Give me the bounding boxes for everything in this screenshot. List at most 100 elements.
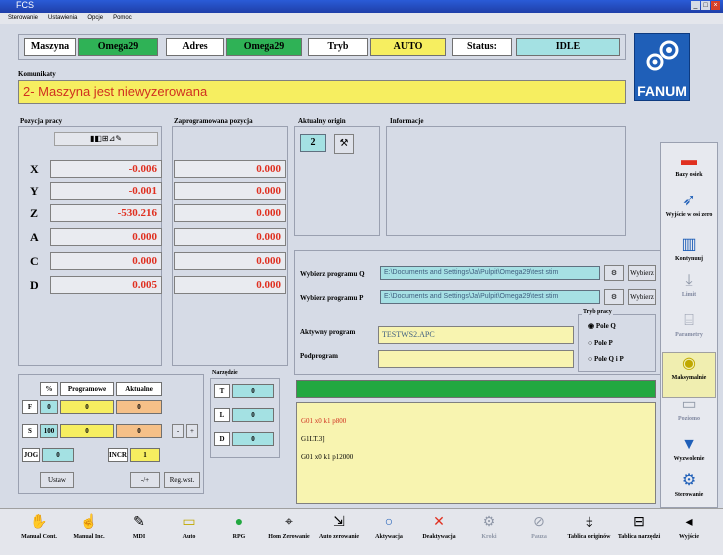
- menu-item[interactable]: Pomoc: [113, 13, 132, 24]
- program-q-browse-button[interactable]: Wybierz: [628, 265, 656, 281]
- toolbar-auto[interactable]: ▭ Auto: [164, 512, 214, 554]
- radio-pole-p-label: Pole P: [593, 339, 613, 347]
- radio-pole-qp[interactable]: ○ Pole Q i P: [588, 355, 624, 363]
- arrow-down-icon: ⤓: [685, 272, 693, 289]
- program-q-path[interactable]: E:\Documents and Settings\Ja\Pulpit\Omeg…: [380, 266, 600, 280]
- plus-minus-button[interactable]: -/+: [130, 472, 160, 488]
- menu-item[interactable]: Opcje: [87, 13, 103, 24]
- origin-settings-button[interactable]: ⚒: [334, 134, 354, 154]
- mdi-icon: ✎: [133, 515, 145, 530]
- work-field-label: Tryb pracy: [582, 309, 613, 315]
- axes-icon: ▬: [681, 152, 697, 169]
- radio-pole-p[interactable]: ○ Pole P: [588, 339, 613, 347]
- side-button-label: Wyzwolenie: [673, 456, 705, 462]
- mode-value: AUTO: [370, 38, 446, 56]
- machine-value: Omega29: [78, 38, 158, 56]
- axis-x-value: -0.006: [50, 160, 162, 178]
- maximize-button[interactable]: □: [701, 1, 710, 10]
- toolbar-manual-cont[interactable]: ✋ Manual Cont.: [14, 512, 64, 554]
- side-button-label: Poziomo: [678, 416, 700, 422]
- radio-unselected-icon: ○: [588, 339, 593, 347]
- exit-icon: ◂: [685, 515, 693, 530]
- close-button[interactable]: ×: [711, 1, 720, 10]
- toolbar-home[interactable]: ⌖ Hom Zerowanie: [264, 512, 314, 554]
- toolbar-rpg[interactable]: ● RPG: [214, 512, 264, 554]
- program-p-path[interactable]: E:\Documents and Settings\Ja\Pulpit\Omeg…: [380, 290, 600, 304]
- program-p-settings-button[interactable]: ⚙: [604, 289, 624, 305]
- machine-label: Maszyna: [24, 38, 76, 56]
- toolbar-pause[interactable]: ⊘ Pauza: [514, 512, 564, 554]
- toolbar-exit[interactable]: ◂ Wyjście: [664, 512, 714, 554]
- programmed-d-value: 0.000: [174, 276, 286, 294]
- message-box: 2- Maszyna jest niewyzerowana: [18, 80, 626, 104]
- side-button-label: Bazy osiek: [675, 172, 703, 178]
- jog-label: JOG: [22, 448, 40, 462]
- side-button-zero[interactable]: ➶ Wyjście w osi zero: [662, 190, 716, 236]
- toolbar-label: MDI: [132, 534, 146, 540]
- override-f-act: 0: [116, 400, 162, 414]
- jog-value[interactable]: 0: [42, 448, 74, 462]
- increase-button[interactable]: +: [186, 424, 198, 438]
- tool-l-key: L: [214, 408, 230, 422]
- incr-label: INCR: [108, 448, 128, 462]
- override-col-pct: %: [40, 382, 58, 396]
- menu-bar: Sterowanie Ustawienia Opcje Pomoc: [0, 13, 723, 24]
- side-button-label: Limit: [681, 292, 697, 298]
- ruler-icon[interactable]: ▮◧⊞⊿✎: [90, 134, 122, 143]
- toolbar-steps[interactable]: ⚙ Kroki: [464, 512, 514, 554]
- toolbar-origin-table[interactable]: ⤈ Tablica originów: [564, 512, 614, 554]
- info-panel: [386, 126, 626, 236]
- toolbar-label: Hom Zerowanie: [268, 534, 310, 540]
- toolbar-activate[interactable]: ○ Aktywacja: [364, 512, 414, 554]
- toolbar-auto-zero[interactable]: ⇲ Auto zerowanie: [314, 512, 364, 554]
- minimize-button[interactable]: _: [691, 1, 700, 10]
- active-program-label: Aktywny program: [300, 328, 356, 336]
- origin-table-icon: ⤈: [585, 515, 593, 530]
- tool-l-value[interactable]: 0: [232, 408, 274, 422]
- toolbar-label: Wyjście: [678, 534, 700, 540]
- address-label: Adres: [166, 38, 224, 56]
- side-button-params[interactable]: ⌸ Parametry: [662, 310, 716, 356]
- override-f-pct[interactable]: 0: [40, 400, 58, 414]
- override-col-act: Aktualne: [116, 382, 162, 396]
- subprogram-value: [378, 350, 574, 368]
- side-button-label: Sterowanie: [674, 492, 704, 498]
- radio-pole-q[interactable]: ◉ Pole Q: [588, 322, 616, 330]
- activate-icon: ○: [384, 515, 394, 530]
- chart-icon: ▥: [681, 236, 697, 253]
- set-button[interactable]: Ustaw: [40, 472, 74, 488]
- auto-icon: ▭: [182, 515, 196, 530]
- auto-zero-icon: ⇲: [333, 515, 345, 530]
- work-position-label: Pozycja pracy: [20, 117, 63, 125]
- override-s-key: S: [22, 424, 38, 438]
- override-s-prog: 0: [60, 424, 114, 438]
- toolbar-mdi[interactable]: ✎ MDI: [114, 512, 164, 554]
- tools-label: Narzędzie: [212, 370, 238, 376]
- axis-a-value: 0.000: [50, 228, 162, 246]
- axis-d-label: D: [30, 278, 39, 292]
- tool-t-value[interactable]: 0: [232, 384, 274, 398]
- decrease-button[interactable]: -: [172, 424, 184, 438]
- toolbar-manual-inc[interactable]: ☝ Manual Inc.: [64, 512, 114, 554]
- toolbar-label: Manual Cont.: [21, 534, 57, 540]
- code-line: G01 x0 k1 p800: [301, 417, 347, 425]
- axis-a-label: A: [30, 230, 39, 244]
- tool-d-value[interactable]: 0: [232, 432, 274, 446]
- override-f-key: F: [22, 400, 38, 414]
- incr-value[interactable]: 1: [130, 448, 160, 462]
- menu-item[interactable]: Ustawienia: [48, 13, 77, 24]
- toolbar-deactivate[interactable]: ✕ Deaktywacja: [414, 512, 464, 554]
- hand-step-icon: ☝: [80, 515, 98, 530]
- reset-button[interactable]: Reg.wst.: [164, 472, 200, 488]
- radio-selected-icon: ◉: [588, 322, 595, 330]
- pause-icon: ⊘: [533, 515, 545, 530]
- override-f-prog: 0: [60, 400, 114, 414]
- program-q-settings-button[interactable]: ⚙: [604, 265, 624, 281]
- status-value: IDLE: [516, 38, 620, 56]
- override-s-pct[interactable]: 100: [40, 424, 58, 438]
- toolbar-label: Kroki: [481, 534, 497, 540]
- toolbar-tool-table[interactable]: ⊟ Tablica narzędzi: [614, 512, 664, 554]
- menu-item[interactable]: Sterowanie: [8, 13, 38, 24]
- side-button-maximize[interactable]: ◉ Maksymalnie: [662, 352, 716, 398]
- program-p-browse-button[interactable]: Wybierz: [628, 289, 656, 305]
